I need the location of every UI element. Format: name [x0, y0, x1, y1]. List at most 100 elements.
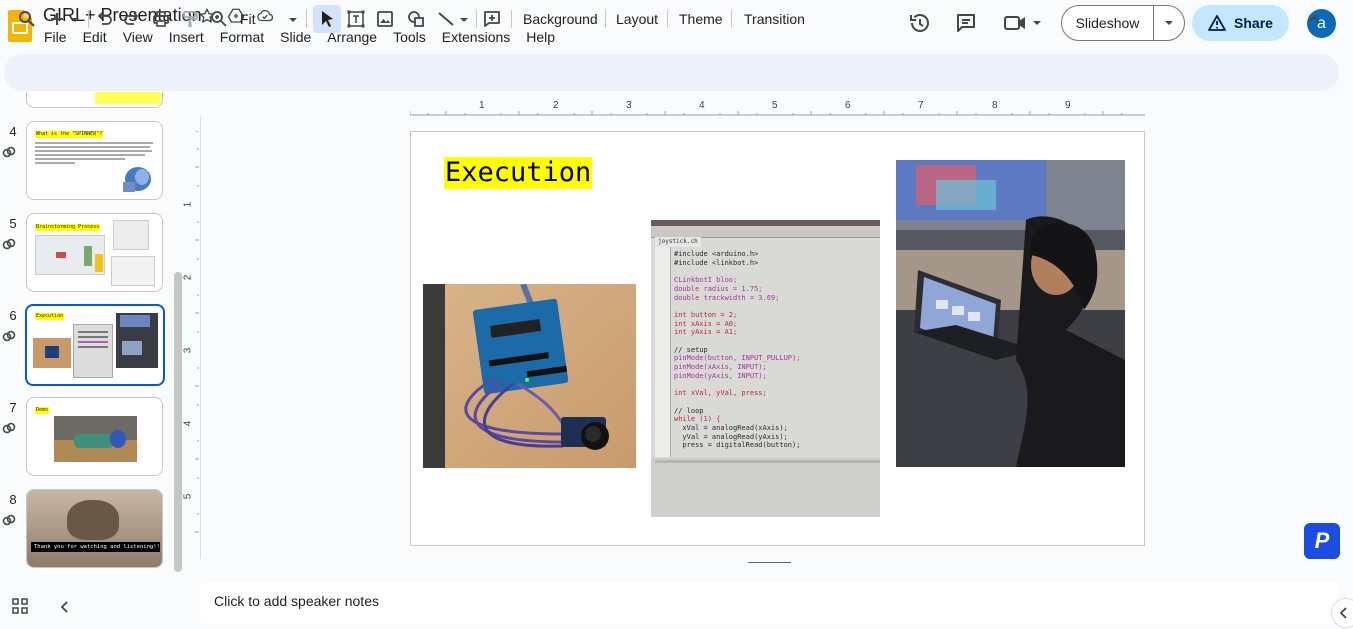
zoom-select[interactable]: Fit	[240, 10, 256, 28]
version-history-icon[interactable]	[908, 11, 932, 35]
menu-view[interactable]: View	[115, 28, 161, 46]
ruler-tick-label: 9	[1065, 100, 1071, 111]
code-line: pinMode(button, INPUT_PULLUP);	[674, 354, 801, 363]
select-tool[interactable]	[313, 5, 341, 33]
slide-number: 7	[9, 400, 17, 415]
slide-thumbnail-6-active[interactable]: Execution	[25, 304, 165, 386]
ruler-tick-label: 2	[553, 100, 559, 111]
menu-file[interactable]: File	[36, 28, 75, 46]
speaker-notes-placeholder[interactable]: Click to add speaker notes	[214, 593, 379, 609]
canvas-resize-handle[interactable]	[748, 562, 791, 563]
zoom-icon[interactable]	[209, 9, 229, 29]
ruler-tick-label: 1	[182, 201, 194, 208]
zoom-dropdown-icon[interactable]	[285, 9, 305, 29]
extension-p-icon[interactable]: P	[1304, 523, 1340, 559]
link-icon	[2, 329, 16, 343]
ruler-tick-label: 7	[918, 100, 924, 111]
thumb-title: What is the "SPINNER"?	[35, 131, 104, 138]
arduino-joystick-photo[interactable]	[423, 284, 636, 468]
insert-image-icon[interactable]	[375, 9, 395, 29]
slide-thumbnail-4[interactable]: What is the "SPINNER"?	[26, 121, 163, 200]
slide-number: 5	[9, 216, 17, 231]
slide-number: 4	[9, 124, 17, 139]
print-icon[interactable]	[151, 9, 171, 29]
theme-button[interactable]: Theme	[679, 10, 723, 28]
redo-icon[interactable]	[122, 9, 142, 29]
ruler-tick-label: 4	[182, 420, 194, 427]
code-line: press = digitalRead(button);	[674, 441, 801, 450]
slide-thumbnail-8[interactable]: Thank you for watching and listening!!!	[26, 489, 163, 568]
toolbar-divider	[476, 10, 477, 28]
ruler-tick-label: 2	[182, 274, 194, 281]
ruler-tick-label: 4	[699, 100, 705, 111]
code-line: int xAxis = A0;	[674, 319, 738, 328]
slideshow-label[interactable]: Slideshow	[1062, 6, 1154, 40]
new-slide-icon[interactable]	[47, 9, 83, 29]
collapse-filmstrip-icon[interactable]	[57, 599, 71, 615]
line-tool-icon[interactable]	[436, 9, 470, 29]
code-tab: joystick.ch	[655, 237, 701, 247]
code-line: while (1) {	[674, 415, 721, 424]
ruler-tick-label: 3	[626, 100, 632, 111]
menu-tools[interactable]: Tools	[385, 28, 434, 46]
background-button[interactable]: Background	[523, 10, 598, 28]
slide-thumbnail-7[interactable]: Demo	[26, 397, 163, 476]
student-laptop-photo[interactable]	[896, 160, 1125, 467]
thumb-caption: Thank you for watching and listening!!!	[31, 542, 160, 552]
grid-view-icon[interactable]	[12, 598, 28, 614]
code-line: int button = 2;	[674, 310, 738, 319]
code-line: xVal = analogRead(xAxis);	[674, 424, 788, 433]
collapse-toolbar-icon[interactable]	[1304, 9, 1324, 29]
link-icon	[2, 513, 16, 527]
code-line: // setup	[674, 345, 708, 354]
slideshow-button[interactable]: Slideshow	[1061, 5, 1185, 41]
link-icon	[2, 145, 16, 159]
toolbar-divider	[731, 10, 732, 28]
transition-button[interactable]: Transition	[744, 10, 805, 28]
menu-help[interactable]: Help	[518, 28, 563, 46]
code-line: pinMode(xAxis, INPUT);	[674, 363, 767, 372]
comments-icon[interactable]	[954, 11, 978, 35]
meet-video-icon[interactable]	[1003, 11, 1043, 35]
text-box-icon[interactable]	[346, 9, 366, 29]
code-line: int xVal, yVal, press;	[674, 389, 767, 398]
cloud-status-icon[interactable]	[256, 7, 274, 25]
toolbar-divider	[511, 10, 512, 28]
menu-insert[interactable]: Insert	[161, 28, 212, 46]
ruler-tick-label: 1	[479, 100, 485, 111]
chevron-down-icon[interactable]	[1154, 20, 1184, 26]
cursor-arrow-icon	[322, 11, 333, 27]
code-line: // loop	[674, 406, 704, 415]
warning-icon	[1208, 15, 1226, 31]
code-screen-photo[interactable]: joystick.ch #include <arduino.h> #include…	[651, 220, 880, 517]
ruler-tick-label: 5	[772, 100, 778, 111]
toolbar-divider	[605, 10, 606, 28]
code-line: double radius = 1.75;	[674, 284, 763, 293]
layout-button[interactable]: Layout	[616, 10, 658, 28]
search-menus-icon[interactable]	[17, 9, 37, 29]
add-comment-icon[interactable]	[482, 9, 502, 29]
ruler-tick-label: 8	[992, 100, 998, 111]
slide-thumbnail-5[interactable]: Brainstorming Process	[26, 213, 163, 292]
paint-format-icon[interactable]	[180, 9, 200, 29]
slide-title[interactable]: Execution	[444, 157, 593, 189]
code-line: #include <linkbot.h>	[674, 258, 759, 267]
spinner-robot-thumb	[120, 162, 154, 194]
undo-icon[interactable]	[94, 9, 114, 29]
slide-number: 6	[9, 308, 17, 323]
shape-icon[interactable]	[406, 9, 426, 29]
menu-edit[interactable]: Edit	[75, 28, 115, 46]
share-button[interactable]: Share	[1192, 5, 1289, 41]
toolbar-divider	[306, 10, 307, 28]
menu-format[interactable]: Format	[212, 28, 272, 46]
menu-extensions[interactable]: Extensions	[434, 28, 518, 46]
filmstrip-scrollbar[interactable]	[174, 272, 182, 572]
side-panel-toggle[interactable]	[1331, 598, 1353, 628]
vertical-ruler	[184, 131, 200, 546]
code-line: pinMode(yAxis, INPUT);	[674, 371, 767, 380]
slide-thumbnail-3[interactable]	[26, 92, 163, 108]
code-line: yVal = analogRead(yAxis);	[674, 432, 788, 441]
